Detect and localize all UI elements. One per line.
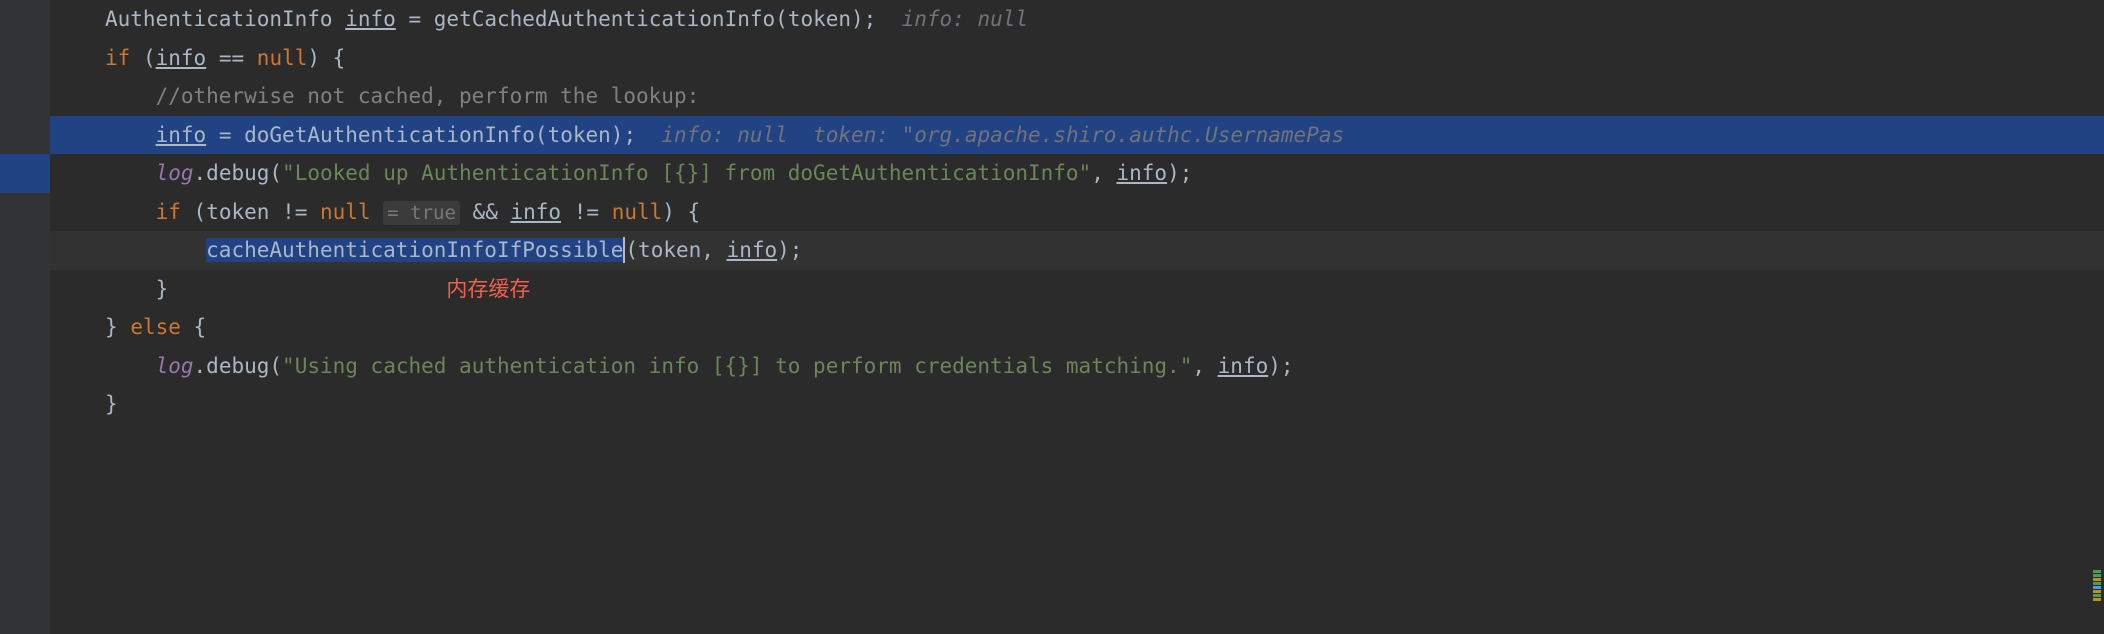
punct: ); [611, 123, 636, 147]
marker-ok[interactable] [2093, 594, 2101, 597]
variable-token: token [548, 123, 611, 147]
annotation-text: 内存缓存 [446, 277, 530, 301]
punct: ( [269, 354, 282, 378]
marker-info[interactable] [2093, 586, 2101, 589]
code-editor[interactable]: AuthenticationInfo info = getCachedAuthe… [50, 0, 2104, 634]
variable-info: info [345, 7, 396, 31]
variable-info: info [727, 238, 778, 262]
variable-info: info [1218, 354, 1269, 378]
comment: //otherwise not cached, perform the look… [156, 84, 700, 108]
variable-info: info [156, 46, 207, 70]
punct: = [408, 7, 421, 31]
gutter-highlight [0, 154, 50, 193]
variable-info: info [156, 123, 207, 147]
code-line[interactable]: log.debug("Using cached authentication i… [50, 347, 2104, 386]
punct: ( [625, 238, 638, 262]
marker-warning[interactable] [2093, 578, 2101, 581]
punct: ); [851, 7, 876, 31]
method-call: doGetAuthenticationInfo [244, 123, 535, 147]
punct: != [282, 200, 307, 224]
punct: ( [535, 123, 548, 147]
punct: ( [143, 46, 156, 70]
code-line[interactable]: //otherwise not cached, perform the look… [50, 77, 2104, 116]
debug-hint-info: info: null [661, 123, 787, 147]
keyword-if: if [156, 200, 181, 224]
keyword-null: null [320, 200, 371, 224]
marker-warning[interactable] [2093, 590, 2101, 593]
punct: = [219, 123, 232, 147]
keyword-if: if [105, 46, 130, 70]
punct: ); [1167, 161, 1192, 185]
code-line-highlighted[interactable]: info = doGetAuthenticationInfo(token); i… [50, 116, 2104, 155]
variable-info: info [1117, 161, 1168, 185]
punct: ( [269, 161, 282, 185]
type-name: AuthenticationInfo [105, 7, 333, 31]
field-log: log [156, 161, 194, 185]
debug-hint: info: null [902, 7, 1028, 31]
method-debug: debug [206, 161, 269, 185]
editor-gutter[interactable] [0, 0, 50, 634]
method-debug: debug [206, 354, 269, 378]
punct: == [219, 46, 244, 70]
variable-token: token [788, 7, 851, 31]
code-line[interactable]: log.debug("Looked up AuthenticationInfo … [50, 154, 2104, 193]
punct: , [1192, 354, 1217, 378]
punct: && [473, 200, 498, 224]
text-cursor [623, 237, 625, 263]
punct: ( [194, 200, 207, 224]
debug-hint-token: token: "org.apache.shiro.authc.UsernameP… [813, 123, 1344, 147]
marker-ok[interactable] [2093, 570, 2101, 573]
method-call: getCachedAuthenticationInfo [434, 7, 775, 31]
marker-ok[interactable] [2093, 574, 2101, 577]
inlay-hint: = true [383, 201, 460, 225]
punct: ) { [307, 46, 345, 70]
keyword-null: null [257, 46, 308, 70]
field-log: log [156, 354, 194, 378]
punct-brace: } [105, 315, 118, 339]
code-line[interactable]: } else { [50, 308, 2104, 347]
punct: , [701, 238, 726, 262]
punct-brace: } [105, 392, 118, 416]
code-line[interactable]: } 内存缓存 [50, 270, 2104, 309]
punct: ); [1268, 354, 1293, 378]
keyword-null: null [612, 200, 663, 224]
code-line-current[interactable]: cacheAuthenticationInfoIfPossible(token,… [50, 231, 2104, 270]
code-line[interactable]: if (token != null = true && info != null… [50, 193, 2104, 232]
punct: != [574, 200, 599, 224]
selected-text: cacheAuthenticationInfoIfPossible [206, 238, 623, 262]
string-literal: "Using cached authentication info [{}] t… [282, 354, 1192, 378]
punct: { [194, 315, 207, 339]
punct: ) { [662, 200, 700, 224]
punct-brace: } [156, 277, 169, 301]
punct: . [194, 354, 207, 378]
punct: , [1091, 161, 1116, 185]
code-line[interactable]: } [50, 385, 2104, 424]
punct: . [194, 161, 207, 185]
code-line[interactable]: AuthenticationInfo info = getCachedAuthe… [50, 0, 2104, 39]
marker-ok[interactable] [2093, 582, 2101, 585]
variable-token: token [206, 200, 269, 224]
variable-token: token [638, 238, 701, 262]
marker-warning[interactable] [2093, 598, 2101, 601]
keyword-else: else [130, 315, 181, 339]
error-stripe[interactable] [2090, 570, 2104, 630]
punct: ); [777, 238, 802, 262]
string-literal: "Looked up AuthenticationInfo [{}] from … [282, 161, 1091, 185]
variable-info: info [511, 200, 562, 224]
code-line[interactable]: if (info == null) { [50, 39, 2104, 78]
punct: ( [775, 7, 788, 31]
